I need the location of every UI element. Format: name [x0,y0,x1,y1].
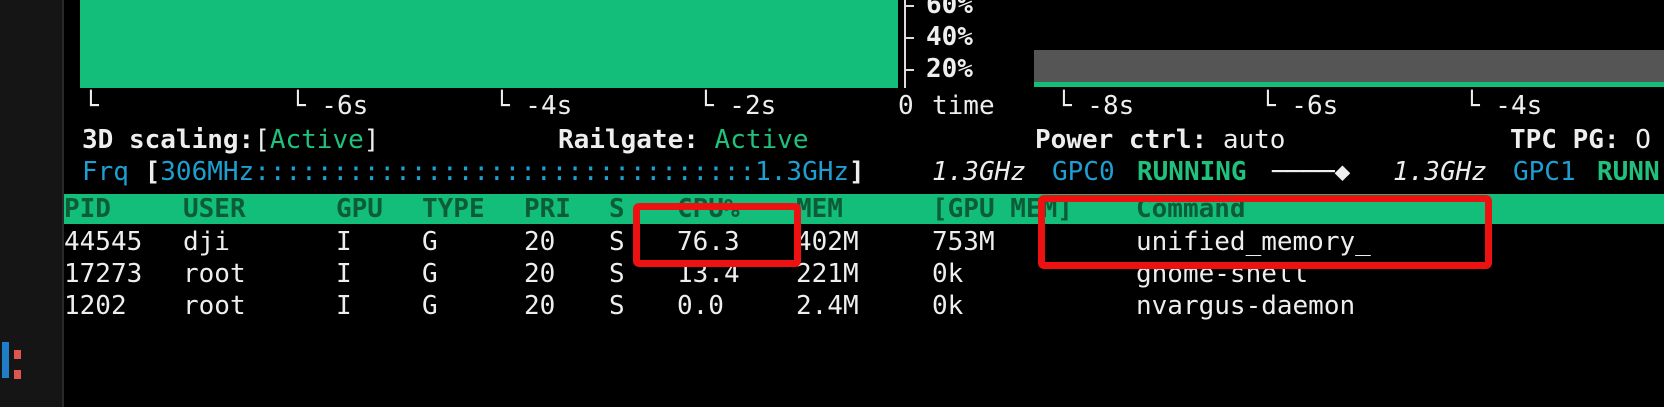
cell-state: S [609,227,625,257]
gpc1-frequency: 1.3GHz [1393,157,1487,187]
x-tick-label: └ -4s [1464,91,1543,121]
tpc-pg-label: TPC PG: [1510,125,1620,155]
frequency-bar: Frq [306MHz:::::::::::::::::::::::::::::… [82,156,865,188]
cell-pri: 20 [524,291,556,321]
gpu-graph-y-axis [904,0,906,88]
x-tick-label: └ -8s [1056,91,1135,121]
gpc1-label: GPC1 [1513,157,1576,187]
command-highlight-box [1038,195,1492,269]
cell-pri: 20 [524,227,556,257]
scaling-label: 3D scaling: [82,125,255,155]
y-tick-label: 60% [926,0,973,20]
cell-command: nvargus-daemon [1136,291,1356,321]
cell-type: G [422,291,438,321]
gpc0-slider: ────◆ [1272,157,1351,187]
current-frequency: 1.3GHz [932,157,1026,187]
power-ctrl-label: Power ctrl: [1035,125,1208,155]
col-header-type[interactable]: TYPE [422,193,485,225]
scaling-bracket-close: ] [363,125,380,155]
cell-pid: 44545 [64,227,143,257]
scaling-value: Active [269,125,364,155]
memory-graph-area [1034,50,1664,84]
cell-gpu: I [336,259,352,289]
col-header-state[interactable]: S [609,193,625,225]
col-header-pri[interactable]: PRI [524,193,571,225]
y-tick-label: 20% [926,54,973,84]
x-tick-label: 0 [898,91,914,121]
frequency-max: 1.3GHz [755,157,850,187]
cell-gpu-mem: 0k [932,291,964,321]
gutter-change-marker [2,342,9,378]
gutter-error-marker [14,370,21,379]
y-tick-label: 40% [926,22,973,52]
cell-gpu: I [336,291,352,321]
cell-pid: 17273 [64,259,143,289]
gpc1-state: RUNN [1597,157,1660,187]
x-tick-label: └ -6s [290,91,369,121]
cell-gpu-mem: 753M [932,227,995,257]
frequency-bracket-open: [ [144,157,161,187]
col-header-pid[interactable]: PID [64,193,111,225]
cell-pid: 1202 [64,291,127,321]
x-tick-label: └ -6s [1260,91,1339,121]
cell-user: root [183,291,246,321]
railgate-label: Railgate: [558,125,699,155]
cell-gpu: I [336,227,352,257]
cell-gpu-mem: 0k [932,259,964,289]
cell-mem: 2.4M [796,291,859,321]
cell-state: S [609,259,625,289]
cell-mem: 402M [796,227,859,257]
cell-user: root [183,259,246,289]
cell-user: dji [183,227,230,257]
gutter-error-marker [14,350,21,359]
cell-mem: 221M [796,259,859,289]
cell-cpu: 0.0 [677,291,724,321]
y-tick-mark [906,69,914,71]
cell-type: G [422,259,438,289]
col-header-gpu[interactable]: GPU [336,193,383,225]
power-ctrl-value: auto [1222,125,1286,155]
x-tick-label: └ -2s [698,91,777,121]
cell-state: S [609,291,625,321]
x-tick-label: └ [83,91,99,121]
y-tick-mark [906,37,914,39]
tpc-pg-value: O [1635,125,1651,155]
col-header-user[interactable]: USER [183,193,246,225]
frequency-bracket-close: ] [849,157,865,187]
gpu-load-graph-area [80,0,898,88]
editor-gutter [0,0,62,407]
railgate-status: Railgate: Active [558,124,808,156]
tpc-pg-status: TPC PG: O [1510,124,1651,156]
cell-type: G [422,227,438,257]
gpc0-state: RUNNING [1137,157,1247,187]
cpu-highlight-box [633,203,801,267]
y-tick-mark [906,5,914,7]
x-axis-label: time [932,91,995,121]
cell-pri: 20 [524,259,556,289]
memory-graph-line [1034,82,1664,87]
col-header-mem[interactable]: MEM [796,193,843,225]
railgate-value: Active [714,125,809,155]
scaling-status: 3D scaling:[Active] [82,124,379,156]
x-tick-label: └ -4s [494,91,573,121]
gpc0-label: GPC0 [1052,157,1115,187]
frequency-min: 306MHz [160,157,255,187]
scaling-bracket-open: [ [254,125,270,155]
frequency-label: Frq [82,157,129,187]
power-ctrl-status: Power ctrl: auto [1035,124,1285,156]
frequency-dots: :::::::::::::::::::::::::::::::: [254,157,756,187]
